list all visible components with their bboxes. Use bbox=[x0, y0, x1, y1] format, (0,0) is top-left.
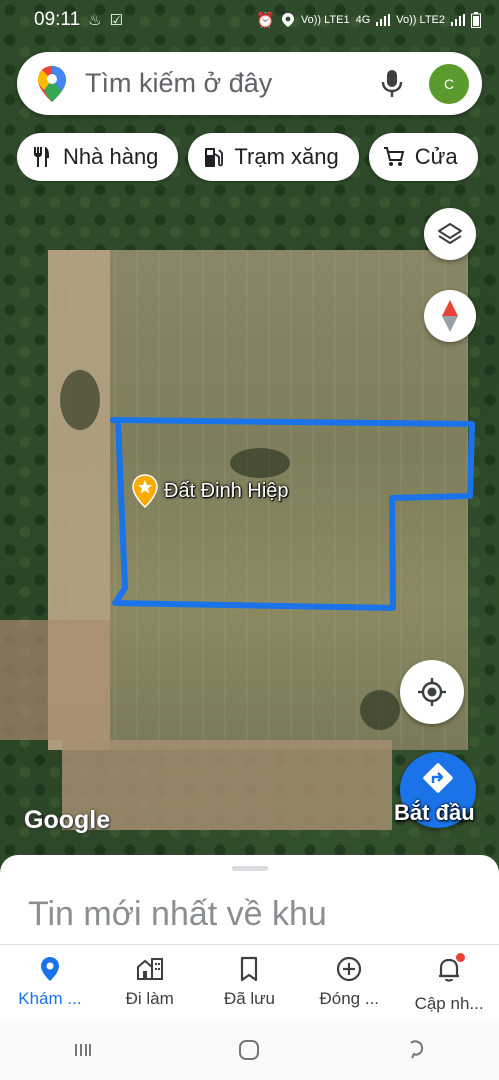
commute-icon bbox=[136, 958, 163, 980]
satellite-map[interactable]: Đất Đinh Hiệp Google bbox=[0, 0, 499, 870]
network-label-2: Vo)) LTE2 bbox=[396, 14, 445, 26]
chip-label: Cửa bbox=[414, 144, 458, 169]
bookmark-icon bbox=[241, 956, 258, 982]
explore-pin-icon bbox=[40, 957, 59, 981]
notification-check-icon: ☑ bbox=[109, 12, 124, 29]
notification-dot bbox=[456, 953, 466, 962]
back-icon[interactable] bbox=[404, 1038, 428, 1062]
bottom-navigation: Khám ... Đi làm Đã lưu Đóng ... Cập nh..… bbox=[0, 944, 499, 1020]
category-chips: Nhà hàng Trạm xăng Cửa bbox=[17, 133, 499, 183]
notification-app-icon: ♨ bbox=[88, 12, 102, 29]
bell-wrapper bbox=[435, 953, 466, 988]
tree-patch bbox=[60, 370, 100, 430]
nav-label: Đã lưu bbox=[223, 989, 276, 1008]
chip-restaurants[interactable]: Nhà hàng bbox=[17, 133, 179, 181]
restaurant-icon bbox=[34, 147, 49, 167]
microphone-icon[interactable] bbox=[379, 69, 405, 99]
bottom-sheet[interactable]: Tin mới nhất về khu bbox=[0, 855, 499, 955]
search-placeholder[interactable]: Tìm kiếm ở đây bbox=[85, 68, 379, 99]
signal-icon bbox=[376, 14, 391, 26]
nav-commute[interactable]: Đi làm bbox=[102, 955, 198, 1020]
location-icon bbox=[281, 13, 294, 27]
chip-gas-stations[interactable]: Trạm xăng bbox=[188, 133, 359, 181]
network-label: Vo)) LTE1 bbox=[300, 14, 350, 26]
alarm-icon: ⏰ bbox=[256, 12, 275, 29]
place-marker[interactable]: Đất Đinh Hiệp bbox=[132, 474, 289, 508]
my-location-button[interactable] bbox=[400, 660, 464, 724]
google-maps-logo-icon bbox=[38, 65, 66, 102]
network-type-label: 4G bbox=[355, 14, 371, 26]
place-label: Đất Đinh Hiệp bbox=[164, 479, 289, 502]
status-bar: 09:11 ♨ ☑ ⏰ Vo)) LTE1 4G Vo)) LTE2 bbox=[0, 0, 499, 40]
start-label[interactable]: Bắt đầu bbox=[394, 800, 475, 826]
star-pin-icon bbox=[132, 474, 158, 508]
nav-explore[interactable]: Khám ... bbox=[2, 955, 98, 1020]
chip-label: Trạm xăng bbox=[234, 144, 339, 169]
home-icon[interactable] bbox=[237, 1038, 261, 1062]
bare-soil-area bbox=[62, 740, 392, 830]
system-navigation-bar bbox=[0, 1020, 499, 1080]
sheet-drag-handle[interactable] bbox=[232, 866, 268, 871]
bare-soil-area-left bbox=[0, 620, 110, 740]
shopping-cart-icon bbox=[383, 147, 405, 166]
google-attribution: Google bbox=[24, 806, 111, 834]
signal-icon-2 bbox=[451, 14, 465, 26]
recent-apps-icon[interactable] bbox=[71, 1038, 95, 1062]
nav-contribute[interactable]: Đóng ... bbox=[301, 955, 397, 1020]
chip-shopping[interactable]: Cửa bbox=[368, 133, 478, 181]
directions-icon bbox=[423, 763, 453, 793]
nav-label: Đi làm bbox=[125, 989, 174, 1008]
layers-icon bbox=[438, 223, 462, 244]
chip-label: Nhà hàng bbox=[63, 144, 159, 169]
layers-button[interactable] bbox=[424, 208, 476, 260]
search-bar[interactable]: Tìm kiếm ở đây C bbox=[17, 52, 482, 115]
nav-label: Khám ... bbox=[18, 989, 82, 1008]
nav-label: Đóng ... bbox=[319, 989, 380, 1008]
gas-station-icon bbox=[205, 148, 224, 167]
tree-patch bbox=[360, 690, 400, 730]
compass-icon bbox=[442, 300, 458, 332]
sheet-title: Tin mới nhất về khu bbox=[28, 895, 327, 933]
add-circle-icon bbox=[337, 956, 362, 982]
battery-icon bbox=[471, 12, 481, 28]
nav-label: Cập nh... bbox=[414, 994, 484, 1013]
my-location-icon bbox=[418, 678, 446, 706]
nav-updates[interactable]: Cập nh... bbox=[401, 953, 497, 1020]
status-time: 09:11 bbox=[34, 9, 81, 30]
compass-button[interactable] bbox=[424, 290, 476, 342]
account-avatar[interactable]: C bbox=[429, 63, 469, 104]
nav-saved[interactable]: Đã lưu bbox=[201, 955, 297, 1020]
